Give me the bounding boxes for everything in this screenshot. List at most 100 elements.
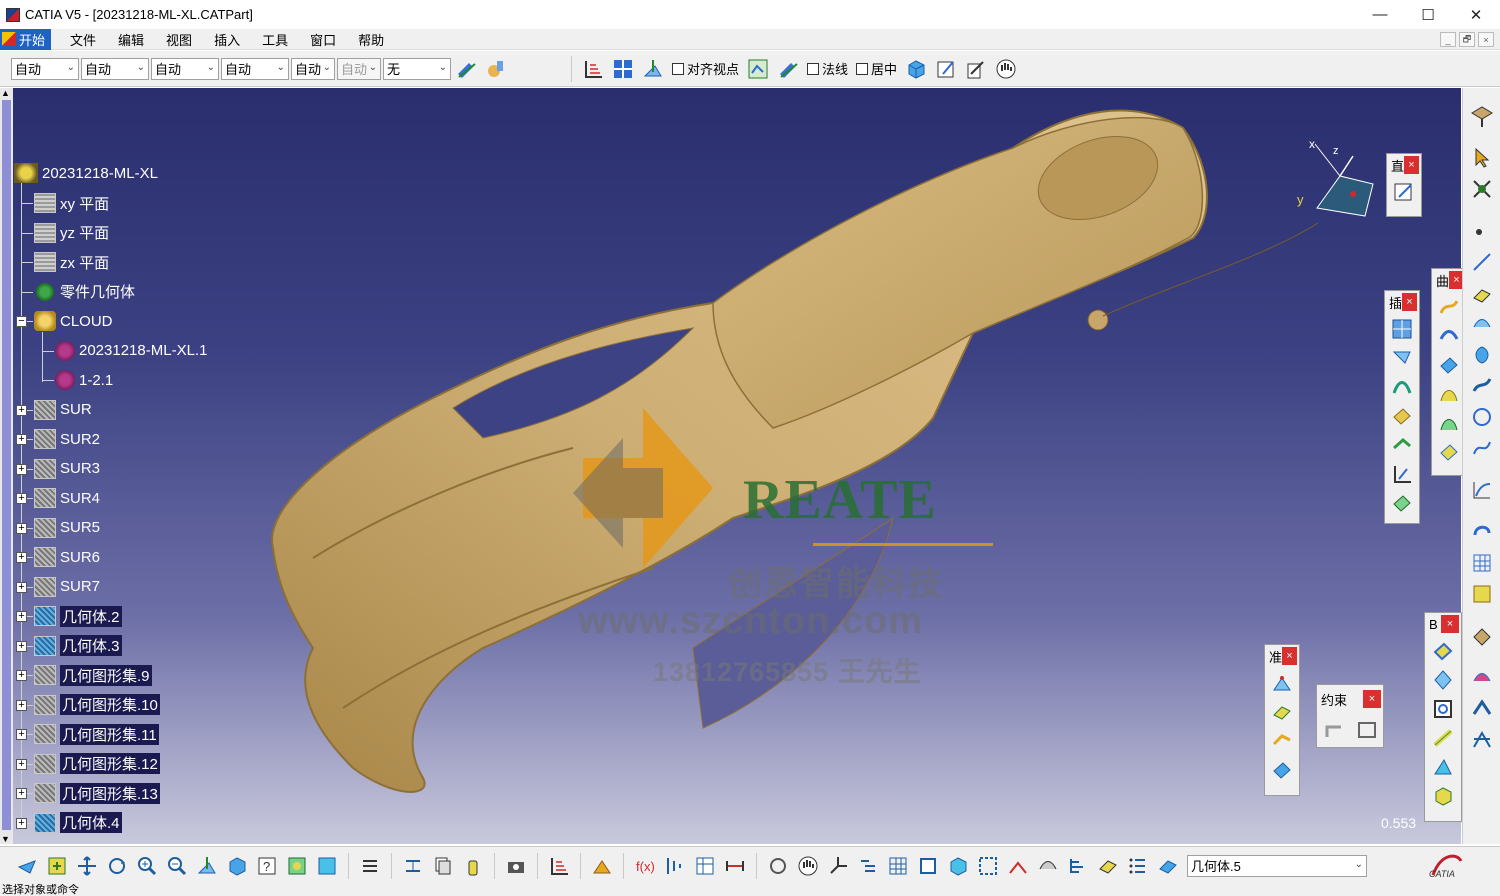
current-body-combo[interactable]: 几何体.5 ⌄ bbox=[1187, 854, 1367, 877]
knowledge-icon[interactable] bbox=[1468, 622, 1496, 650]
doc-restore-button[interactable]: 🗗 bbox=[1459, 32, 1475, 47]
sweep-surface-icon[interactable] bbox=[1468, 372, 1496, 400]
healing-tool-icon[interactable] bbox=[1430, 667, 1456, 693]
properties-brush-icon[interactable] bbox=[484, 57, 508, 81]
projection-tool-icon[interactable] bbox=[1389, 345, 1415, 371]
close-icon[interactable]: × bbox=[1402, 293, 1417, 311]
normal-view-icon[interactable] bbox=[195, 854, 219, 878]
edit-sketch-icon[interactable] bbox=[934, 57, 958, 81]
expand-icon[interactable]: + bbox=[16, 493, 27, 504]
sketch-view-icon[interactable] bbox=[746, 57, 770, 81]
pattern-icon[interactable] bbox=[1468, 549, 1496, 577]
rotate-icon[interactable] bbox=[105, 854, 129, 878]
3d-viewport[interactable]: REATE 创恩智能科技 www.szcnton.com 13812765855… bbox=[13, 88, 1461, 844]
extrude-surface-icon[interactable] bbox=[1468, 310, 1496, 338]
line-thickness-combo[interactable]: 自动 ⌄ bbox=[151, 57, 219, 80]
search-bottom-icon[interactable] bbox=[1096, 854, 1120, 878]
maximize-button[interactable]: ☐ bbox=[1404, 0, 1452, 29]
tree-node[interactable]: 几何图形集.12 bbox=[34, 751, 160, 777]
constraint-analysis-icon[interactable] bbox=[1468, 175, 1496, 203]
menu-help[interactable]: 帮助 bbox=[347, 30, 395, 49]
bottle-icon[interactable] bbox=[461, 854, 485, 878]
tree-node[interactable]: SUR7 bbox=[34, 574, 100, 600]
tree-root[interactable]: 20231218-ML-XL bbox=[14, 160, 158, 186]
ruled-surface-icon[interactable] bbox=[1436, 439, 1462, 465]
menu-insert[interactable]: 插入 bbox=[203, 30, 251, 49]
scroll-up-icon[interactable]: ▲ bbox=[1, 88, 10, 98]
tree-node[interactable]: 几何体.2 bbox=[34, 603, 122, 629]
menu-tools[interactable]: 工具 bbox=[251, 30, 299, 49]
hand-icon[interactable] bbox=[796, 854, 820, 878]
revolve-surface-icon[interactable] bbox=[1468, 341, 1496, 369]
tree-reorder-icon[interactable] bbox=[856, 854, 880, 878]
close-icon[interactable]: × bbox=[1404, 156, 1419, 174]
select-arrow-icon[interactable] bbox=[1468, 144, 1496, 172]
tree-node[interactable]: 几何图形集.11 bbox=[34, 721, 159, 747]
surface-bottom-icon[interactable] bbox=[1036, 854, 1060, 878]
doc-close-button[interactable]: × bbox=[1478, 32, 1494, 47]
expand-icon[interactable]: + bbox=[16, 581, 27, 593]
align-viewpoint-checkbox[interactable]: 对齐视点 bbox=[672, 59, 739, 78]
tree-node[interactable]: SUR6 bbox=[34, 544, 100, 570]
close-button[interactable]: ✕ bbox=[1452, 0, 1500, 29]
close-icon[interactable]: × bbox=[1363, 690, 1381, 708]
tree-scrollbar[interactable]: ▲ ▼ bbox=[0, 88, 13, 844]
tree-node[interactable]: xy 平面 bbox=[34, 190, 109, 216]
point-icon[interactable] bbox=[1468, 217, 1496, 245]
help-icon[interactable]: ? bbox=[255, 854, 279, 878]
fit-all-icon[interactable] bbox=[45, 854, 69, 878]
expand-icon[interactable]: + bbox=[16, 670, 27, 681]
menu-edit[interactable]: 编辑 bbox=[107, 30, 155, 49]
expand-icon[interactable]: + bbox=[16, 522, 27, 534]
swap-visible-icon[interactable] bbox=[358, 854, 382, 878]
close-icon[interactable]: × bbox=[1282, 647, 1297, 665]
menu-window[interactable]: 窗口 bbox=[299, 30, 347, 49]
expand-icon[interactable]: + bbox=[16, 611, 27, 622]
organize-icon[interactable] bbox=[1066, 854, 1090, 878]
capture-icon[interactable] bbox=[504, 854, 528, 878]
draft-analysis-icon[interactable] bbox=[1468, 695, 1496, 723]
solid-tool-icon[interactable] bbox=[1430, 783, 1456, 809]
doc-minimize-button[interactable]: _ bbox=[1440, 32, 1456, 47]
hand-pan-icon[interactable] bbox=[994, 57, 1018, 81]
sweep-tool-icon[interactable] bbox=[1436, 352, 1462, 378]
join-tool-icon[interactable] bbox=[1430, 638, 1456, 664]
expand-icon[interactable]: + bbox=[16, 758, 27, 770]
shading-icon[interactable] bbox=[285, 854, 309, 878]
geometry-set-icon[interactable] bbox=[1156, 854, 1180, 878]
painter-icon[interactable] bbox=[454, 57, 478, 81]
fill-tool-icon[interactable] bbox=[1389, 490, 1415, 516]
formula-icon[interactable]: f(x) bbox=[633, 854, 657, 878]
minimize-button[interactable]: — bbox=[1356, 0, 1404, 29]
point-tool-icon[interactable] bbox=[1269, 670, 1295, 696]
circle-icon[interactable] bbox=[1468, 403, 1496, 431]
scroll-down-icon[interactable]: ▼ bbox=[1, 834, 10, 844]
scrollbar-track[interactable] bbox=[2, 100, 11, 830]
tree-node[interactable]: 几何体.3 bbox=[34, 633, 122, 659]
tree-node[interactable]: 零件几何体 bbox=[34, 279, 135, 305]
axis-tool-icon[interactable] bbox=[1269, 757, 1295, 783]
surface-brush-icon[interactable] bbox=[776, 57, 800, 81]
zoom-out-icon[interactable] bbox=[165, 854, 189, 878]
start-menu[interactable]: 开始 bbox=[0, 28, 52, 50]
curve-analysis-icon[interactable] bbox=[1468, 476, 1496, 504]
tree-node[interactable]: 1-2.1 bbox=[55, 367, 113, 393]
copy-icon[interactable] bbox=[431, 854, 455, 878]
tree-node[interactable]: 几何体.4 bbox=[34, 810, 122, 836]
menu-view[interactable]: 视图 bbox=[155, 30, 203, 49]
hide-show-icon[interactable] bbox=[315, 854, 339, 878]
tree-node[interactable]: 20231218-ML-XL.1 bbox=[55, 338, 207, 364]
point-symbol-combo[interactable]: 自动 ⌄ bbox=[291, 57, 335, 80]
trim-tool-icon[interactable] bbox=[1430, 725, 1456, 751]
color-combo[interactable]: 自动 ⌄ bbox=[11, 57, 79, 80]
cube-view-icon[interactable] bbox=[904, 57, 928, 81]
reflect-line-icon[interactable] bbox=[1468, 726, 1496, 754]
expand-icon[interactable]: + bbox=[16, 463, 27, 475]
split-tool-icon[interactable] bbox=[1430, 754, 1456, 780]
pan-icon[interactable] bbox=[75, 854, 99, 878]
expand-icon[interactable]: + bbox=[16, 817, 27, 829]
normal-view-icon[interactable] bbox=[641, 57, 665, 81]
knowledge-table-icon[interactable] bbox=[693, 854, 717, 878]
plane-tool-icon[interactable] bbox=[1269, 699, 1295, 725]
tree-node[interactable]: 几何图形集.9 bbox=[34, 662, 152, 688]
